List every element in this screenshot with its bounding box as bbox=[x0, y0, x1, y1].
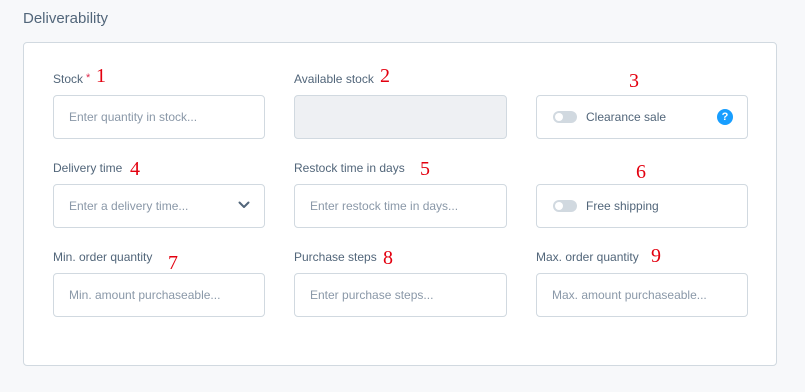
purchase-steps-input[interactable]: Enter purchase steps... bbox=[294, 273, 507, 317]
marker-8: 8 bbox=[383, 247, 393, 269]
restock-time-input[interactable]: Enter restock time in days... bbox=[294, 184, 507, 228]
delivery-time-placeholder: Enter a delivery time... bbox=[69, 199, 189, 213]
free-shipping-label: Free shipping bbox=[586, 199, 659, 213]
free-shipping-toggle[interactable] bbox=[553, 200, 577, 212]
marker-1: 1 bbox=[96, 65, 106, 87]
delivery-time-label: Delivery time bbox=[53, 161, 123, 175]
required-asterisk: * bbox=[86, 72, 91, 84]
marker-4: 4 bbox=[130, 158, 140, 180]
clearance-sale-label: Clearance sale bbox=[586, 110, 667, 124]
restock-time-placeholder: Enter restock time in days... bbox=[310, 199, 459, 213]
marker-6: 6 bbox=[636, 161, 646, 183]
purchase-steps-placeholder: Enter purchase steps... bbox=[310, 288, 434, 302]
clearance-sale-box: Clearance sale ? bbox=[536, 95, 748, 139]
min-order-input[interactable]: Min. amount purchaseable... bbox=[53, 273, 265, 317]
marker-2: 2 bbox=[380, 65, 390, 87]
stock-input[interactable]: Enter quantity in stock... bbox=[53, 95, 265, 139]
marker-5: 5 bbox=[420, 158, 430, 180]
available-stock-label: Available stock bbox=[294, 72, 374, 86]
delivery-time-select[interactable]: Enter a delivery time... bbox=[53, 184, 265, 228]
max-order-label: Max. order quantity bbox=[536, 250, 639, 264]
free-shipping-box: Free shipping bbox=[536, 184, 748, 228]
available-stock-field bbox=[294, 95, 507, 139]
stock-placeholder: Enter quantity in stock... bbox=[69, 110, 198, 124]
clearance-sale-toggle[interactable] bbox=[553, 111, 577, 123]
purchase-steps-label: Purchase steps bbox=[294, 250, 377, 264]
marker-7: 7 bbox=[168, 252, 178, 274]
max-order-placeholder: Max. amount purchaseable... bbox=[552, 288, 707, 302]
restock-time-label: Restock time in days bbox=[294, 161, 405, 175]
min-order-placeholder: Min. amount purchaseable... bbox=[69, 288, 221, 302]
max-order-input[interactable]: Max. amount purchaseable... bbox=[536, 273, 748, 317]
min-order-label: Min. order quantity bbox=[53, 250, 153, 264]
marker-3: 3 bbox=[629, 70, 639, 92]
stock-label: Stock * bbox=[53, 72, 91, 86]
chevron-down-icon bbox=[238, 201, 250, 208]
section-title: Deliverability bbox=[23, 10, 109, 27]
help-icon[interactable]: ? bbox=[717, 109, 733, 125]
marker-9: 9 bbox=[651, 245, 661, 267]
